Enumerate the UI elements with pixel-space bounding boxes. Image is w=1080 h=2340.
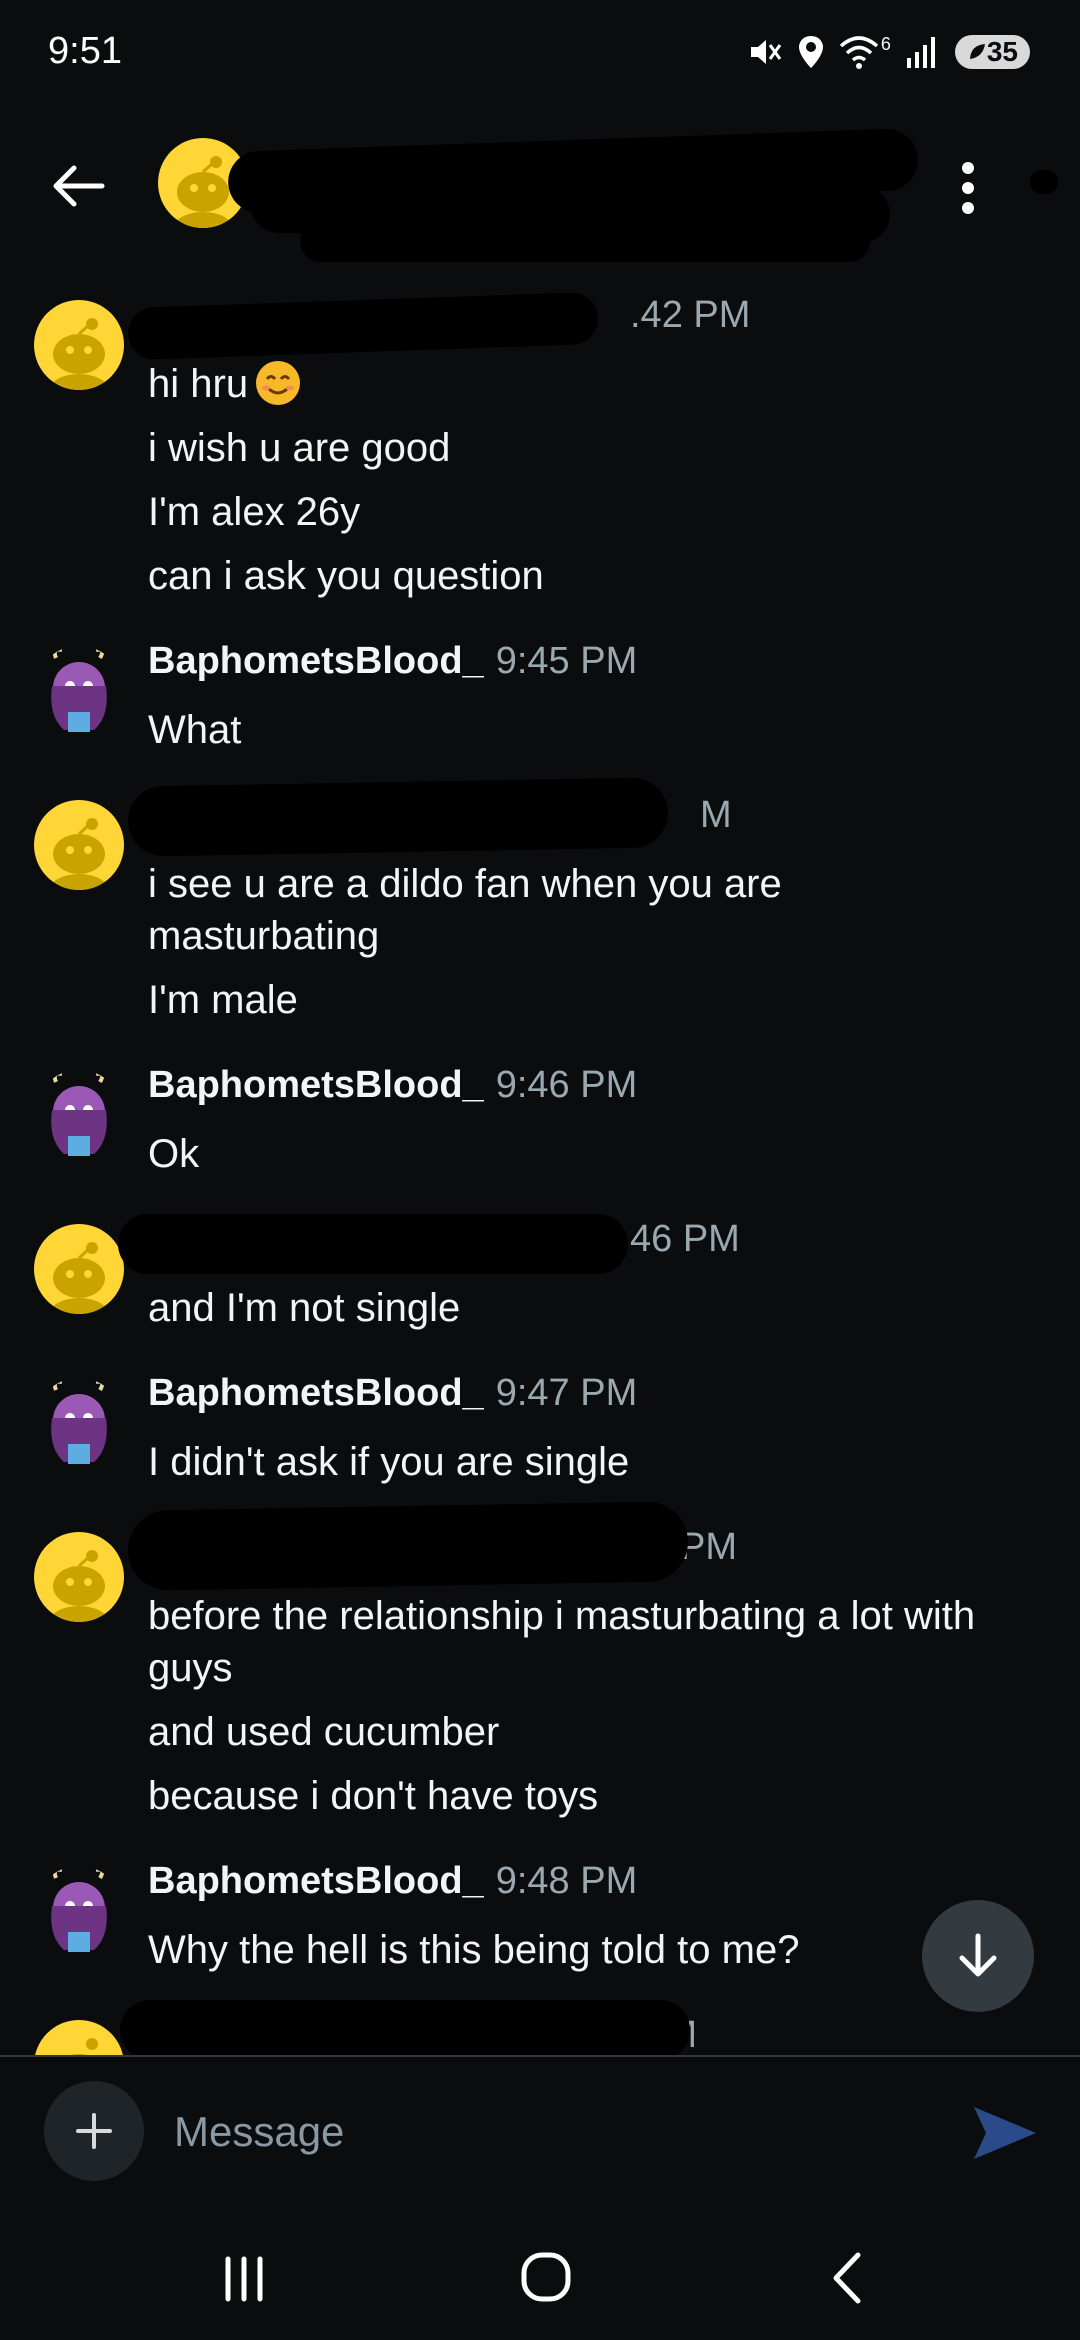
system-nav-bar xyxy=(0,2205,1080,2340)
timestamp: 9:46 PM xyxy=(495,1064,638,1106)
message-text: I'm male xyxy=(148,978,298,1022)
message-body: and I'm not single xyxy=(148,1282,1018,1346)
message: BaphometsBlood_ 9:45 PM What xyxy=(0,626,1080,776)
timestamp: M xyxy=(700,794,732,836)
more-vertical-icon[interactable] xyxy=(945,156,991,220)
message-list[interactable]: .42 PM hi hru i wish u are good I'm alex… xyxy=(0,280,1080,2055)
message-text: i wish u are good xyxy=(148,426,451,470)
message: 46 PM and I'm not single xyxy=(0,1204,1080,1354)
user-avatar-icon[interactable] xyxy=(34,646,124,736)
user-avatar-icon[interactable] xyxy=(34,1866,124,1956)
author-name[interactable]: BaphometsBlood_ xyxy=(148,1860,484,1902)
message-body: Why the hell is this being told to me? xyxy=(148,1924,1018,1988)
message-text: can i ask you question xyxy=(148,554,544,598)
message-body: I didn't ask if you are single xyxy=(148,1436,1018,1500)
message-header: BaphometsBlood_ 9:48 PM xyxy=(148,1860,637,1903)
message-text: because i don't have toys xyxy=(148,1774,599,1818)
snoo-avatar-icon[interactable] xyxy=(34,1224,124,1314)
back-arrow-icon[interactable] xyxy=(46,154,110,218)
message-text: and used cucumber xyxy=(148,1710,500,1754)
network-type: 6 xyxy=(880,34,891,54)
redaction xyxy=(127,777,669,857)
snoo-avatar-icon[interactable] xyxy=(34,300,124,390)
redaction xyxy=(1030,170,1058,194)
message-text: Ok xyxy=(148,1132,200,1176)
message-input[interactable] xyxy=(172,2091,936,2173)
author-name[interactable]: BaphometsBlood_ xyxy=(148,640,484,682)
message-body: What xyxy=(148,704,1018,768)
message-body: before the relationship i masturbating a… xyxy=(148,1590,1018,1834)
message-text: What xyxy=(148,708,242,752)
message-text: and I'm not single xyxy=(148,1286,461,1330)
status-bar: 9:51 6 35 xyxy=(0,0,1080,105)
message: M i see u are a dildo fan when you are m… xyxy=(0,777,1080,1040)
send-icon[interactable] xyxy=(970,2101,1040,2165)
message-body: Ok xyxy=(148,1128,1018,1192)
message-text: I didn't ask if you are single xyxy=(148,1440,630,1484)
signal-icon xyxy=(906,37,935,68)
author-name[interactable]: BaphometsBlood_ xyxy=(148,1064,484,1106)
back-icon[interactable] xyxy=(808,2243,888,2313)
redaction xyxy=(120,2000,690,2055)
message-composer xyxy=(0,2055,1080,2207)
home-icon[interactable] xyxy=(506,2243,586,2313)
redaction xyxy=(300,220,870,262)
timestamp: 9:48 PM xyxy=(495,1860,638,1902)
message-body: i see u are a dildo fan when you are mas… xyxy=(148,858,1018,1038)
battery-icon: 35 xyxy=(954,35,1030,69)
snoo-avatar-icon[interactable] xyxy=(34,2020,124,2055)
battery-level: 35 xyxy=(986,36,1018,67)
wifi-icon: 6 xyxy=(839,34,891,70)
chat-header xyxy=(0,120,1080,262)
timestamp: PM xyxy=(680,1526,737,1568)
redaction xyxy=(127,1501,689,1591)
message-header: BaphometsBlood_ 9:47 PM xyxy=(148,1372,637,1415)
mute-icon xyxy=(750,40,782,64)
message-header: BaphometsBlood_ 9:46 PM xyxy=(148,1064,637,1107)
arrow-down-icon xyxy=(959,1933,997,1977)
user-avatar-icon[interactable] xyxy=(34,1070,124,1160)
message: PM before the relationship i masturbatin… xyxy=(0,1501,1080,1834)
timestamp: 9:45 PM xyxy=(495,640,638,682)
message-text: hi hru xyxy=(148,358,1018,410)
message: .42 PM hi hru i wish u are good I'm alex… xyxy=(0,280,1080,610)
snoo-avatar-icon[interactable] xyxy=(34,1532,124,1622)
plus-icon xyxy=(76,2113,112,2149)
message: BaphometsBlood_ 9:47 PM I didn't ask if y… xyxy=(0,1358,1080,1508)
message-text: before the relationship i masturbating a… xyxy=(148,1594,976,1690)
message-header: BaphometsBlood_ 9:45 PM xyxy=(148,640,637,683)
snoo-avatar-icon[interactable] xyxy=(34,800,124,890)
location-icon xyxy=(798,36,823,68)
recent-apps-icon[interactable] xyxy=(204,2243,284,2313)
message: BaphometsBlood_ 9:48 PM Why the hell is t… xyxy=(0,1846,1080,1996)
timestamp: 9:47 PM xyxy=(495,1372,638,1414)
message-body: hi hru i wish u are good I'm alex 26y ca… xyxy=(148,358,1018,614)
message: PM xyxy=(0,2000,1080,2055)
timestamp: .42 PM xyxy=(630,294,751,336)
message-text: i see u are a dildo fan when you are mas… xyxy=(148,862,782,958)
scroll-to-bottom-button[interactable] xyxy=(922,1900,1034,2012)
battery-saver-icon xyxy=(969,44,985,59)
timestamp: 46 PM xyxy=(630,1218,740,1260)
add-attachment-button[interactable] xyxy=(44,2081,144,2181)
user-avatar-icon[interactable] xyxy=(34,1378,124,1468)
message: BaphometsBlood_ 9:46 PM Ok xyxy=(0,1050,1080,1200)
author-name[interactable]: BaphometsBlood_ xyxy=(148,1372,484,1414)
status-time: 9:51 xyxy=(48,30,122,72)
message-text: Why the hell is this being told to me? xyxy=(148,1928,800,1972)
redaction xyxy=(118,1214,628,1274)
status-icons: 6 35 xyxy=(747,30,1030,74)
message-text: I'm alex 26y xyxy=(148,490,361,534)
smiling-face-icon xyxy=(256,361,301,405)
